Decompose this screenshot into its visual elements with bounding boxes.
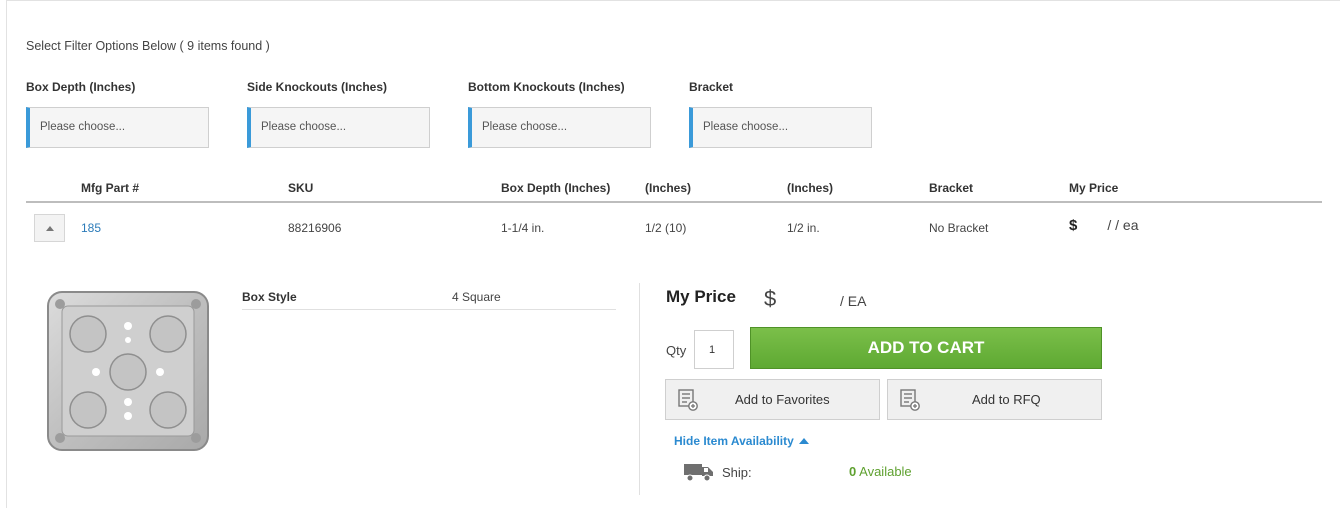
add-to-rfq-label: Add to RFQ (972, 392, 1041, 407)
filter-box-depth: Box Depth (Inches) Please choose... (26, 80, 211, 148)
chevron-up-icon (46, 226, 54, 231)
price-unit: / / ea (1107, 217, 1139, 233)
truck-icon (684, 464, 713, 482)
side-knockouts-select[interactable]: Please choose... (247, 107, 430, 148)
spec-value: 4 Square (452, 290, 501, 304)
available-text: Available (859, 464, 912, 479)
bottom-knockouts-cell: 1/2 in. (787, 221, 820, 235)
available-number: 0 (849, 464, 857, 479)
bottom-knockouts-select[interactable]: Please choose... (468, 107, 651, 148)
qty-input[interactable]: 1 (694, 330, 734, 369)
bracket-select[interactable]: Please choose... (689, 107, 872, 148)
filter-bottom-knockouts: Bottom Knockouts (Inches) Please choose.… (468, 80, 653, 148)
table-header-divider (26, 201, 1322, 203)
filter-header: Select Filter Options Below ( 9 items fo… (26, 39, 270, 53)
bracket-cell: No Bracket (929, 221, 989, 235)
box-depth-cell: 1-1/4 in. (501, 221, 545, 235)
col-header-my-price[interactable]: My Price (1069, 181, 1118, 195)
col-header-sku[interactable]: SKU (288, 181, 313, 195)
list-add-icon (900, 389, 920, 411)
add-to-cart-button[interactable]: ADD TO CART (750, 327, 1102, 369)
filter-label: Side Knockouts (Inches) (247, 80, 388, 94)
side-knockouts-cell: 1/2 (10) (645, 221, 687, 235)
list-add-icon (678, 389, 698, 411)
my-price-symbol: $ (764, 286, 777, 311)
available-count: 0 Available (849, 464, 912, 479)
my-price-label: My Price (666, 287, 736, 306)
qty-label: Qty (666, 343, 687, 358)
filter-label: Bracket (689, 80, 734, 94)
my-price-unit: / EA (840, 293, 867, 309)
ship-label: Ship: (722, 465, 752, 480)
add-to-favorites-label: Add to Favorites (735, 392, 830, 407)
product-image (47, 291, 209, 451)
col-header-bottom-knockouts[interactable]: (Inches) (787, 181, 833, 195)
part-number-link[interactable]: 185 (81, 221, 101, 235)
box-depth-select[interactable]: Please choose... (26, 107, 209, 148)
col-header-bracket[interactable]: Bracket (929, 181, 973, 195)
add-to-rfq-button[interactable]: Add to RFQ (887, 379, 1102, 420)
sku-cell: 88216906 (288, 221, 342, 235)
spec-key: Box Style (242, 290, 297, 304)
hide-availability-toggle[interactable]: Hide Item Availability (674, 434, 809, 448)
col-header-box-depth[interactable]: Box Depth (Inches) (501, 181, 610, 195)
spec-row-box-style: Box Style 4 Square (242, 288, 616, 310)
collapse-row-button[interactable] (34, 214, 65, 242)
add-to-favorites-button[interactable]: Add to Favorites (665, 379, 880, 420)
filter-label: Box Depth (Inches) (26, 80, 136, 94)
vertical-divider (639, 283, 640, 495)
filter-side-knockouts: Side Knockouts (Inches) Please choose... (247, 80, 432, 148)
col-header-mfg-part[interactable]: Mfg Part # (81, 181, 139, 195)
filter-bracket: Bracket Please choose... (689, 80, 874, 148)
filter-label: Bottom Knockouts (Inches) (468, 80, 625, 94)
availability-toggle-label: Hide Item Availability (674, 434, 794, 448)
caret-up-icon (798, 438, 809, 444)
price-symbol: $ (1069, 217, 1078, 234)
row-price: $ / / ea (1069, 217, 1138, 234)
col-header-side-knockouts[interactable]: (Inches) (645, 181, 691, 195)
